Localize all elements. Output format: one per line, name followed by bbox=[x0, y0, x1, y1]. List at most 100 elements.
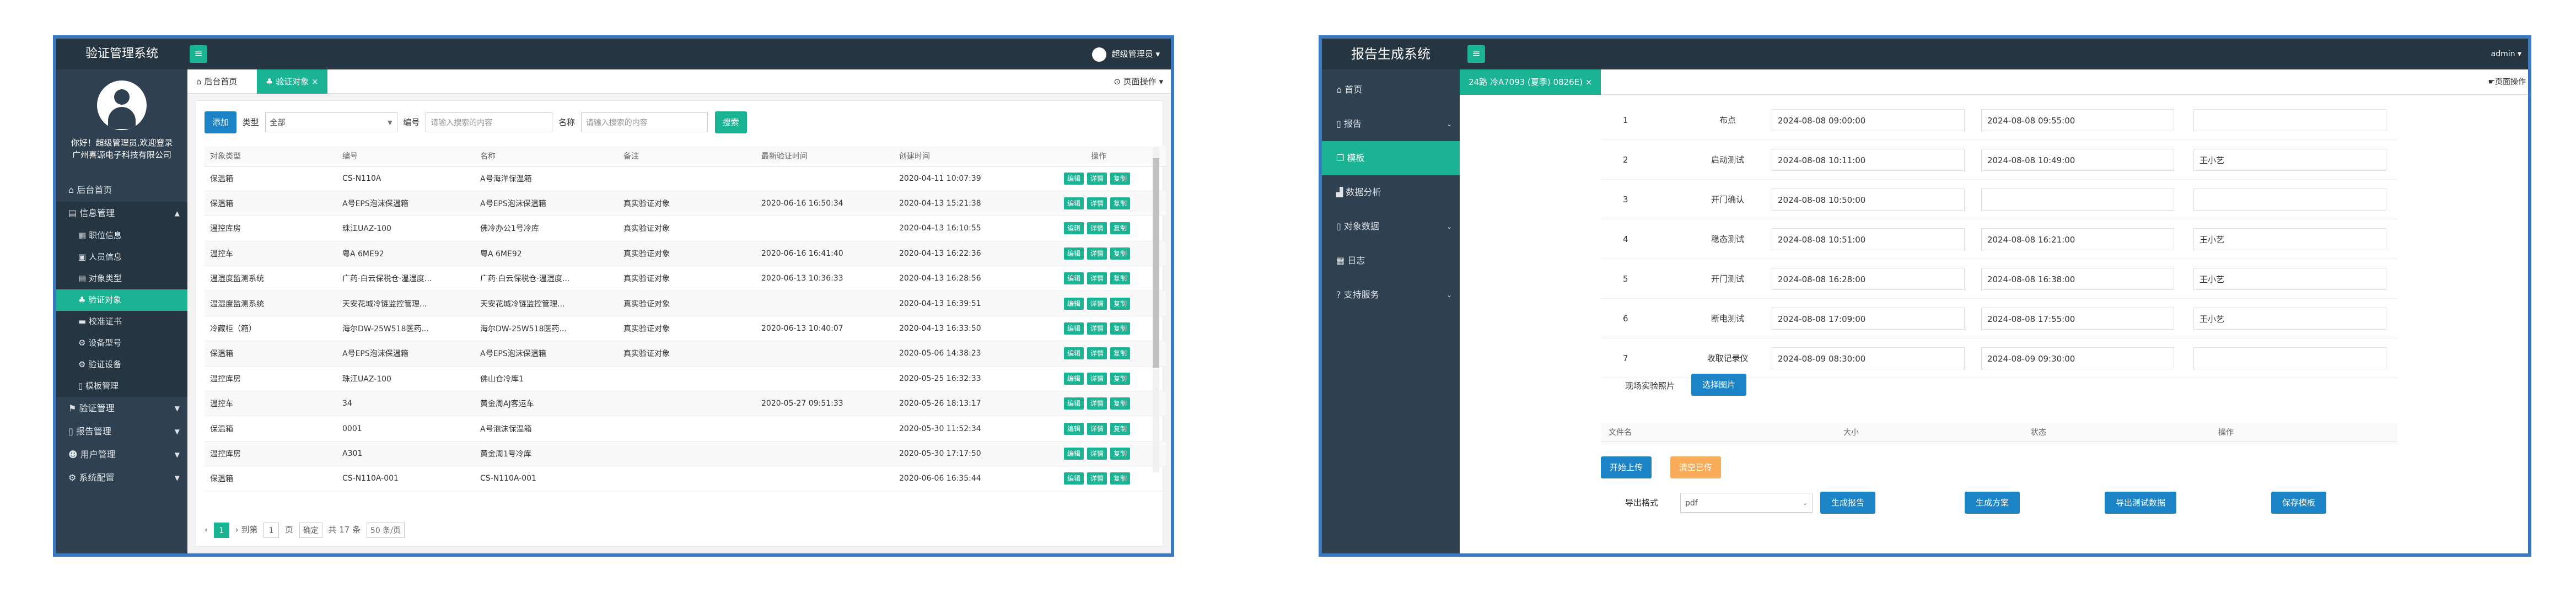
sidebar-item-device-models[interactable]: ⚙ 设备型号 bbox=[56, 332, 187, 354]
generate-plan-button[interactable]: 生成方案 bbox=[1965, 492, 2020, 514]
operator-input[interactable]: 王小艺 bbox=[2193, 308, 2386, 330]
end-time-input[interactable]: 2024-08-08 17:55:00 bbox=[1981, 308, 2174, 330]
detail-button[interactable]: 详情 bbox=[1087, 197, 1107, 210]
detail-button[interactable]: 详情 bbox=[1087, 297, 1107, 310]
edit-button[interactable]: 编辑 bbox=[1063, 172, 1084, 185]
copy-button[interactable]: 复制 bbox=[1110, 247, 1131, 260]
edit-button[interactable]: 编辑 bbox=[1063, 197, 1084, 210]
table-row[interactable]: 保温箱 CS-N110A-001 CS-N110A-001 2020-06-06 16… bbox=[205, 466, 1166, 492]
sidebar-item-positions[interactable]: ▦ 职位信息 bbox=[56, 225, 187, 246]
copy-button[interactable]: 复制 bbox=[1110, 347, 1131, 360]
table-row[interactable]: 冷藏柜（箱） 海尔DW-25W518医药... 海尔DW-25W518医药... 真实… bbox=[205, 316, 1166, 342]
operator-input[interactable]: 王小艺 bbox=[2193, 268, 2386, 290]
per-page-select[interactable]: 50 条/页 bbox=[366, 522, 405, 538]
add-button[interactable]: 添加 bbox=[205, 111, 237, 133]
detail-button[interactable]: 详情 bbox=[1087, 222, 1107, 235]
sidebar-item-verification-objects[interactable]: ♣ 验证对象 bbox=[56, 289, 187, 311]
tab-template[interactable]: 24路 冷A7093 (夏季) 0826E) × bbox=[1460, 69, 1601, 95]
sidebar-item-templates[interactable]: ▯ 模板管理 bbox=[56, 375, 187, 397]
sidebar-item-logs[interactable]: ▦ 日志 bbox=[1322, 244, 1460, 278]
goto-confirm-button[interactable]: 确定 bbox=[299, 522, 322, 538]
sidebar-item-reports[interactable]: ▯ 报告 ⌄ bbox=[1322, 107, 1460, 141]
edit-button[interactable]: 编辑 bbox=[1063, 422, 1084, 435]
detail-button[interactable]: 详情 bbox=[1087, 397, 1107, 410]
page-current[interactable]: 1 bbox=[213, 522, 229, 538]
copy-button[interactable]: 复制 bbox=[1110, 297, 1131, 310]
edit-button[interactable]: 编辑 bbox=[1063, 347, 1084, 360]
sidebar-item-object-types[interactable]: ▤ 对象类型 bbox=[56, 268, 187, 289]
edit-button[interactable]: 编辑 bbox=[1063, 222, 1084, 235]
next-page-icon[interactable]: › bbox=[235, 525, 239, 535]
sidebar-item-users[interactable]: ☻ 用户管理 ▼ bbox=[56, 443, 187, 466]
sidebar-item-templates[interactable]: ❐ 模板 bbox=[1322, 141, 1460, 175]
detail-button[interactable]: 详情 bbox=[1087, 172, 1107, 185]
edit-button[interactable]: 编辑 bbox=[1063, 297, 1084, 310]
detail-button[interactable]: 详情 bbox=[1087, 447, 1107, 460]
end-time-input[interactable]: 2024-08-08 16:21:00 bbox=[1981, 228, 2174, 250]
export-test-data-button[interactable]: 导出测试数据 bbox=[2105, 492, 2177, 514]
copy-button[interactable]: 复制 bbox=[1110, 172, 1131, 185]
clear-uploaded-button[interactable]: 清空已传 bbox=[1670, 456, 1722, 478]
detail-button[interactable]: 详情 bbox=[1087, 422, 1107, 435]
page-ops-menu[interactable]: ⊙ 页面操作 ▾ bbox=[1114, 69, 1163, 94]
table-row[interactable]: 温控车 34 黄金周AJ客运车 2020-05-27 09:51:33 2020-05-… bbox=[205, 391, 1166, 417]
sidebar-item-analysis[interactable]: ▟ 数据分析 bbox=[1322, 175, 1460, 209]
menu-toggle-icon[interactable]: ≡ bbox=[190, 45, 207, 63]
end-time-input[interactable]: 2024-08-09 09:30:00 bbox=[1981, 347, 2174, 369]
copy-button[interactable]: 复制 bbox=[1110, 472, 1131, 485]
table-row[interactable]: 温控库房 珠江UAZ-100 佛山仓冷库1 2020-05-25 16:32:33 编辑… bbox=[205, 366, 1166, 392]
user-menu[interactable]: admin ▾ bbox=[2491, 39, 2521, 69]
goto-page-input[interactable]: 1 bbox=[263, 522, 279, 538]
sidebar-item-devices[interactable]: ⚙ 验证设备 bbox=[56, 354, 187, 375]
copy-button[interactable]: 复制 bbox=[1110, 397, 1131, 410]
table-row[interactable]: 保温箱 0001 A号泡沫保温箱 2020-05-30 11:52:34 编辑 详情 复制 bbox=[205, 416, 1166, 442]
tab-verification-objects[interactable]: ♣ 验证对象 × bbox=[257, 69, 327, 94]
end-time-input[interactable]: 2024-08-08 09:55:00 bbox=[1981, 109, 2174, 131]
detail-button[interactable]: 详情 bbox=[1087, 247, 1107, 260]
copy-button[interactable]: 复制 bbox=[1110, 372, 1131, 385]
sidebar-item-home[interactable]: ⌂ 首页 bbox=[1322, 73, 1460, 107]
scrollbar-thumb[interactable] bbox=[1153, 158, 1159, 368]
page-ops-menu[interactable]: ☛页面操作 bbox=[2488, 69, 2526, 95]
edit-button[interactable]: 编辑 bbox=[1063, 372, 1084, 385]
sidebar-item-info-management[interactable]: ▤ 信息管理 ▲ bbox=[56, 202, 187, 225]
sidebar-item-verification[interactable]: ⚑ 验证管理 ▼ bbox=[56, 397, 187, 420]
detail-button[interactable]: 详情 bbox=[1087, 347, 1107, 360]
table-scrollbar[interactable] bbox=[1153, 147, 1159, 472]
choose-photo-button[interactable]: 选择图片 bbox=[1691, 374, 1747, 396]
table-row[interactable]: 保温箱 A号EPS泡沫保温箱 A号EPS泡沫保温箱 真实验证对象 2020-05-06 … bbox=[205, 341, 1166, 367]
operator-input[interactable]: 王小艺 bbox=[2193, 228, 2386, 250]
code-search-input[interactable]: 请输入搜索的内容 bbox=[426, 112, 553, 132]
generate-report-button[interactable]: 生成报告 bbox=[1820, 492, 1876, 514]
edit-button[interactable]: 编辑 bbox=[1063, 247, 1084, 260]
edit-button[interactable]: 编辑 bbox=[1063, 397, 1084, 410]
copy-button[interactable]: 复制 bbox=[1110, 422, 1131, 435]
save-template-button[interactable]: 保存模板 bbox=[2271, 492, 2327, 514]
close-icon[interactable]: × bbox=[311, 77, 319, 87]
operator-input[interactable] bbox=[2193, 109, 2386, 131]
export-format-select[interactable]: pdf ⌄ bbox=[1680, 493, 1813, 513]
table-row[interactable]: 保温箱 A号EPS泡沫保温箱 A号EPS泡沫保温箱 真实验证对象 2020-06-16 … bbox=[205, 191, 1166, 217]
table-row[interactable]: 温控库房 珠江UAZ-100 佛冷办公1号冷库 真实验证对象 2020-04-13 16… bbox=[205, 216, 1166, 241]
edit-button[interactable]: 编辑 bbox=[1063, 447, 1084, 460]
type-select[interactable]: 全部 ▼ bbox=[265, 112, 397, 132]
menu-toggle-icon[interactable]: ≡ bbox=[1467, 45, 1485, 63]
start-time-input[interactable]: 2024-08-08 17:09:00 bbox=[1772, 308, 1965, 330]
prev-page-icon[interactable]: ‹ bbox=[205, 525, 208, 535]
sidebar-item-object-data[interactable]: ▯ 对象数据 ⌄ bbox=[1322, 209, 1460, 244]
table-row[interactable]: 温控车 粤A 6ME92 粤A 6ME92 真实验证对象 2020-06-16 16:4… bbox=[205, 241, 1166, 267]
start-upload-button[interactable]: 开始上传 bbox=[1601, 456, 1652, 478]
sidebar-item-config[interactable]: ⚙ 系统配置 ▼ bbox=[56, 466, 187, 489]
operator-input[interactable] bbox=[2193, 347, 2386, 369]
copy-button[interactable]: 复制 bbox=[1110, 272, 1131, 285]
copy-button[interactable]: 复制 bbox=[1110, 322, 1131, 335]
start-time-input[interactable]: 2024-08-08 10:11:00 bbox=[1772, 149, 1965, 171]
end-time-input[interactable] bbox=[1981, 189, 2174, 211]
user-menu[interactable]: 超级管理员 ▾ bbox=[1091, 39, 1160, 69]
sidebar-item-calibration[interactable]: ▬ 校准证书 bbox=[56, 311, 187, 332]
copy-button[interactable]: 复制 bbox=[1110, 197, 1131, 210]
copy-button[interactable]: 复制 bbox=[1110, 222, 1131, 235]
end-time-input[interactable]: 2024-08-08 10:49:00 bbox=[1981, 149, 2174, 171]
detail-button[interactable]: 详情 bbox=[1087, 472, 1107, 485]
table-row[interactable]: 温控库房 A301 黄金周1号冷库 2020-05-30 17:17:50 编辑 详情 复制 bbox=[205, 441, 1166, 467]
